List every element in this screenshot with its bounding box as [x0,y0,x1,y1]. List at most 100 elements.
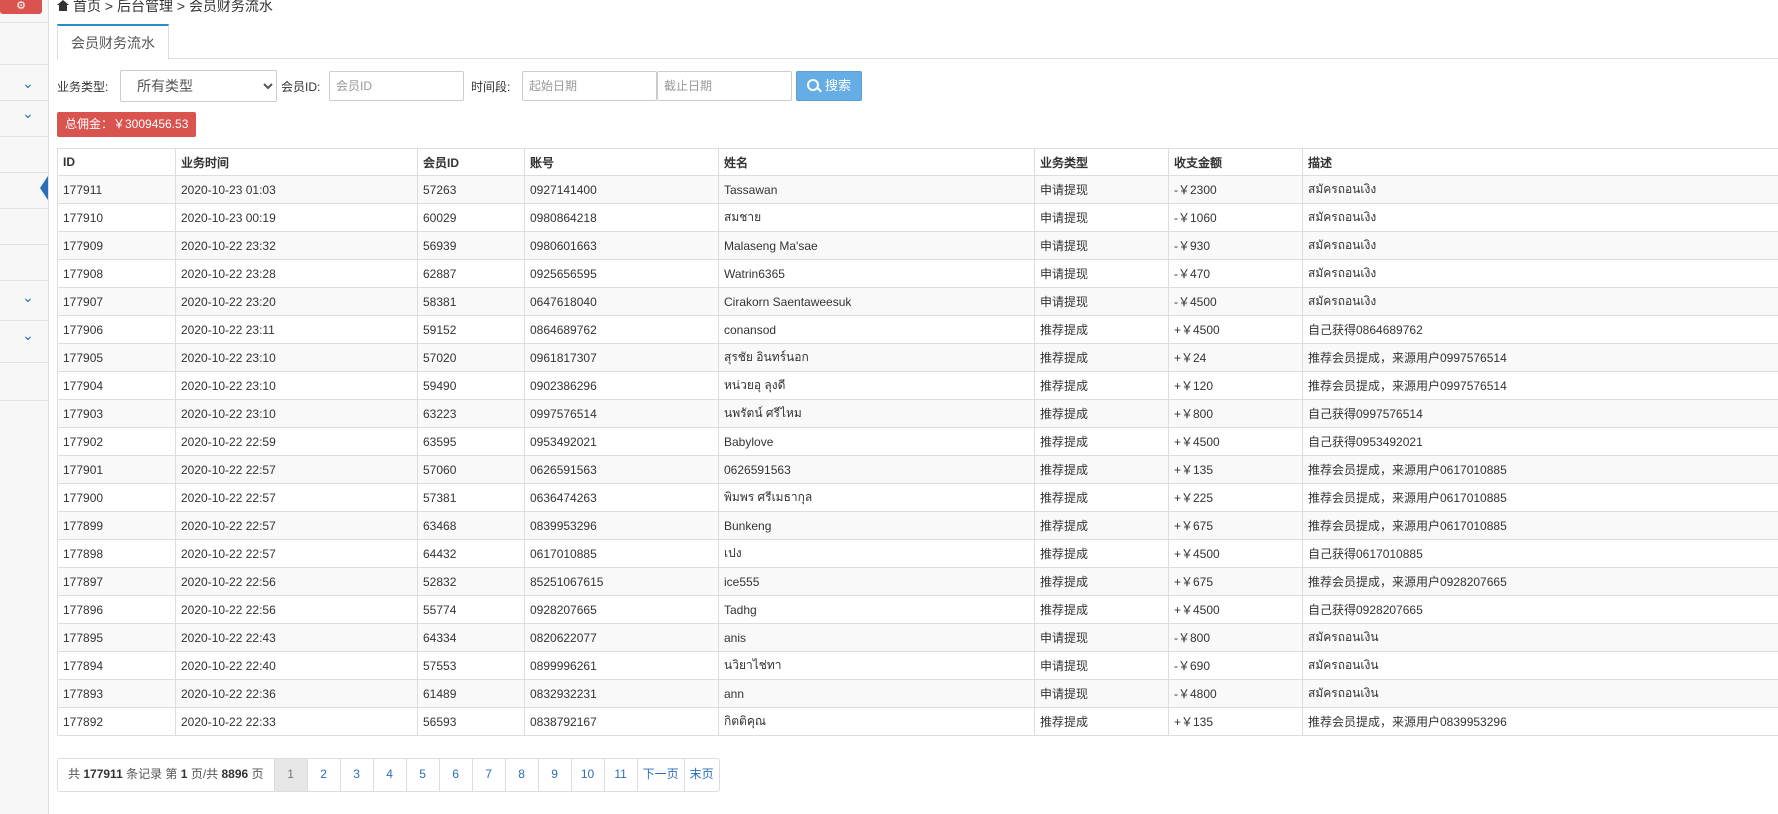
cell-time: 2020-10-22 22:43 [175,623,418,652]
end-date-input[interactable] [657,71,792,101]
sidebar-item[interactable]: ⌄ [0,280,48,321]
breadcrumb-admin[interactable]: 后台管理 [117,0,173,14]
cell-id: 177910 [57,203,176,232]
breadcrumb-separator: > [104,0,114,14]
page-number-link[interactable]: 10 [572,759,605,791]
cell-name: นพรัตน์ ศรีไหม [718,399,1035,428]
start-date-input[interactable] [522,71,657,101]
cell-id: 177904 [57,371,176,400]
cell-id: 177911 [57,175,176,204]
cell-time: 2020-10-22 22:59 [175,427,418,456]
page-number-link[interactable]: 4 [374,759,407,791]
home-icon[interactable] [57,0,69,11]
member-id-input[interactable] [329,71,464,101]
sidebar-item[interactable] [0,22,48,65]
sidebar-item[interactable] [0,244,48,281]
column-header[interactable]: 描述 [1302,148,1778,176]
cell-member-id: 60029 [417,203,525,232]
table-row[interactable]: 177904 2020-10-22 23:10 59490 0902386296 หน่… [57,371,1778,400]
table-row[interactable]: 177898 2020-10-22 22:57 64432 0617010885 เปง… [57,539,1778,568]
page-number-link[interactable]: 9 [539,759,572,791]
tab-bar: 会员财务流水 [57,24,1778,60]
cell-account: 0626591563 [524,455,719,484]
chevron-down-icon: ⌄ [22,327,34,343]
cell-account: 0899996261 [524,651,719,680]
next-page-link[interactable]: 下一页 [638,759,685,791]
column-header[interactable]: 业务时间 [175,148,418,176]
cell-id: 177905 [57,343,176,372]
breadcrumb-home[interactable]: 首页 [73,0,101,14]
cell-member-id: 56939 [417,231,525,260]
table-row[interactable]: 177892 2020-10-22 22:33 56593 0838792167 กิต… [57,707,1778,736]
table-row[interactable]: 177911 2020-10-23 01:03 57263 0927141400 Tas… [57,175,1778,204]
table-row[interactable]: 177902 2020-10-22 22:59 63595 0953492021 Bab… [57,427,1778,456]
sidebar-item[interactable] [0,362,48,401]
search-button-label: 搜索 [824,78,851,93]
sidebar-item[interactable] [0,136,48,173]
tab-member-finance[interactable]: 会员财务流水 [57,24,169,60]
column-header[interactable]: 收支金额 [1168,148,1303,176]
cell-member-id: 59490 [417,371,525,400]
column-header[interactable]: 业务类型 [1034,148,1169,176]
table-row[interactable]: 177894 2020-10-22 22:40 57553 0899996261 นวิ… [57,651,1778,680]
cell-time: 2020-10-22 22:33 [175,707,418,736]
cell-time: 2020-10-22 23:32 [175,231,418,260]
cell-time: 2020-10-22 22:56 [175,595,418,624]
cell-description: 自己获得0997576514 [1302,399,1778,428]
page-number-link[interactable]: 7 [473,759,506,791]
table-row[interactable]: 177907 2020-10-22 23:20 58381 0647618040 Cir… [57,287,1778,316]
page-number-link[interactable]: 2 [308,759,341,791]
table-row[interactable]: 177910 2020-10-23 00:19 60029 0980864218 สมช… [57,203,1778,232]
cell-amount: -￥470 [1168,259,1303,288]
cell-name: Tadhg [718,595,1035,624]
page-number-link[interactable]: 3 [341,759,374,791]
cell-id: 177897 [57,567,176,596]
table-row[interactable]: 177900 2020-10-22 22:57 57381 0636474263 พิม… [57,483,1778,512]
page-number-link[interactable]: 1 [274,759,308,791]
cell-type: 推荐提成 [1034,595,1169,624]
table-row[interactable]: 177909 2020-10-22 23:32 56939 0980601663 Mal… [57,231,1778,260]
page-number-link[interactable]: 11 [605,759,638,791]
cell-account: 0617010885 [524,539,719,568]
table-row[interactable]: 177899 2020-10-22 22:57 63468 0839953296 Bun… [57,511,1778,540]
cell-name: Watrin6365 [718,259,1035,288]
sidebar-item[interactable]: ⌄ [0,320,48,363]
search-button[interactable]: 搜索 [796,71,862,101]
page-number-list: 1 2 3 4 5 6 7 8 9 10 11 [274,759,638,791]
table-row[interactable]: 177893 2020-10-22 22:36 61489 0832932231 ann… [57,679,1778,708]
cell-member-id: 61489 [417,679,525,708]
table-row[interactable]: 177901 2020-10-22 22:57 57060 0626591563 062… [57,455,1778,484]
cell-type: 推荐提成 [1034,707,1169,736]
cell-id: 177906 [57,315,176,344]
cell-type: 推荐提成 [1034,343,1169,372]
table-row[interactable]: 177903 2020-10-22 23:10 63223 0997576514 นพร… [57,399,1778,428]
cell-description: 自己获得0928207665 [1302,595,1778,624]
cell-id: 177896 [57,595,176,624]
cell-id: 177893 [57,679,176,708]
cell-amount: -￥690 [1168,651,1303,680]
table-row[interactable]: 177896 2020-10-22 22:56 55774 0928207665 Tad… [57,595,1778,624]
table-row[interactable]: 177908 2020-10-22 23:28 62887 0925656595 Wat… [57,259,1778,288]
page-number-link[interactable]: 5 [407,759,440,791]
table-row[interactable]: 177906 2020-10-22 23:11 59152 0864689762 con… [57,315,1778,344]
sidebar-logo-icon[interactable]: ⚙ [0,0,42,14]
cell-type: 推荐提成 [1034,483,1169,512]
table-row[interactable]: 177897 2020-10-22 22:56 52832 85251067615 ic… [57,567,1778,596]
cell-name: Babylove [718,427,1035,456]
column-header[interactable]: 姓名 [718,148,1035,176]
cell-amount: +￥135 [1168,455,1303,484]
type-select[interactable]: 所有类型 [120,70,277,102]
table-row[interactable]: 177895 2020-10-22 22:43 64334 0820622077 ani… [57,623,1778,652]
column-header[interactable]: 会员ID [417,148,525,176]
cell-time: 2020-10-22 22:57 [175,511,418,540]
sidebar-item[interactable] [0,208,48,245]
cell-name: ice555 [718,567,1035,596]
pager-text: 页 [251,767,264,781]
sidebar-item[interactable]: ⌄ [0,100,48,137]
column-header[interactable]: ID [57,148,176,176]
table-row[interactable]: 177905 2020-10-22 23:10 57020 0961817307 สุร… [57,343,1778,372]
column-header[interactable]: 账号 [524,148,719,176]
page-number-link[interactable]: 8 [506,759,539,791]
page-number-link[interactable]: 6 [440,759,473,791]
last-page-link[interactable]: 末页 [685,759,719,791]
